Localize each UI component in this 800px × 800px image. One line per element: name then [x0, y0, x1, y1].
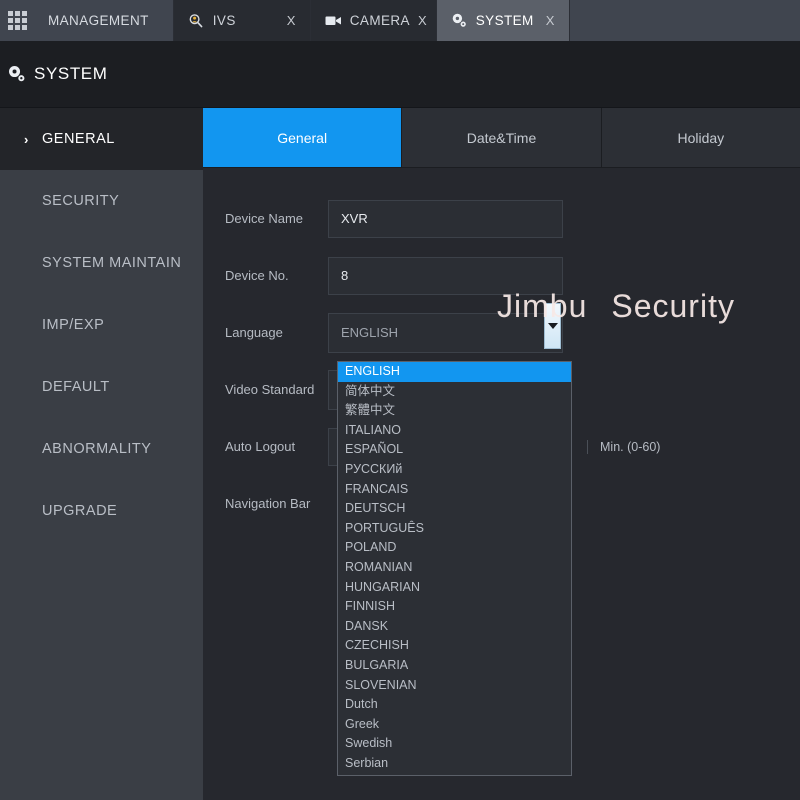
sidebar-item-label: SYSTEM MAINTAIN — [42, 255, 182, 271]
sidebar-item-general[interactable]: › GENERAL — [0, 108, 203, 170]
language-option[interactable]: 简体中文 — [338, 382, 571, 402]
device-no-field-wrap: 8 — [328, 256, 563, 295]
language-field-wrap: ENGLISH — [328, 302, 563, 353]
tab-camera[interactable]: CAMERA X — [310, 0, 437, 41]
sidebar: › GENERAL SECURITY SYSTEM MAINTAIN IMP/E… — [0, 108, 203, 800]
tab-management-label: MANAGEMENT — [48, 13, 149, 28]
form-row-device-name: Device Name XVR — [203, 190, 800, 247]
device-no-label: Device No. — [225, 268, 289, 283]
apps-menu-button[interactable] — [0, 0, 34, 41]
gear-icon — [6, 63, 28, 85]
sidebar-item-label: IMP/EXP — [42, 317, 105, 333]
sidebar-item-imp-exp[interactable]: IMP/EXP — [0, 294, 203, 356]
magnifier-person-icon — [188, 12, 205, 29]
sidebar-item-system-maintain[interactable]: SYSTEM MAINTAIN — [0, 232, 203, 294]
tab-general[interactable]: General — [203, 108, 403, 167]
language-label: Language — [225, 325, 283, 340]
language-option[interactable]: ITALIANO — [338, 421, 571, 441]
tab-ivs-close-icon[interactable]: X — [287, 13, 296, 28]
language-option[interactable]: Greek — [338, 715, 571, 735]
tab-ivs-label: IVS — [212, 13, 236, 28]
sidebar-item-label: GENERAL — [42, 131, 115, 147]
grid-icon — [7, 11, 27, 30]
language-option[interactable]: Swedish — [338, 734, 571, 754]
sidebar-item-label: SECURITY — [42, 193, 120, 209]
tab-general-label: General — [277, 129, 328, 146]
tab-management[interactable]: MANAGEMENT — [34, 0, 174, 41]
sidebar-item-default[interactable]: DEFAULT — [0, 356, 203, 418]
tab-date-time-label: Date&Time — [466, 129, 537, 146]
language-dropdown-list[interactable]: ENGLISH 简体中文 繁體中文 ITALIANO ESPAÑOL РУССКИй FRA… — [337, 361, 572, 776]
language-option[interactable]: FINNISH — [338, 597, 571, 617]
module-header: SYSTEM — [0, 41, 800, 108]
app-root: MANAGEMENT IVS X CAMERA X SYSTEM X SYSTE… — [0, 0, 800, 800]
sidebar-item-upgrade[interactable]: UPGRADE — [0, 480, 203, 542]
language-option[interactable]: BULGARIA — [338, 656, 571, 676]
gear-icon — [451, 12, 468, 29]
device-name-input[interactable]: XVR — [328, 199, 563, 238]
language-option[interactable]: Serbian — [338, 754, 571, 774]
sidebar-item-label: DEFAULT — [42, 379, 110, 395]
language-option[interactable]: ESPAÑOL — [338, 440, 571, 460]
device-name-field-wrap: XVR — [328, 199, 563, 238]
form-row-language: Language ENGLISH — [203, 302, 800, 361]
video-camera-icon — [325, 12, 342, 29]
language-option[interactable]: PORTUGUÊS — [338, 519, 571, 539]
language-option[interactable]: HUNGARIAN — [338, 578, 571, 598]
language-option[interactable]: POLAND — [338, 538, 571, 558]
device-no-input[interactable]: 8 — [328, 256, 563, 295]
language-select[interactable]: ENGLISH — [328, 302, 563, 353]
tab-holiday[interactable]: Holiday — [601, 108, 800, 167]
form-row-device-no: Device No. 8 — [203, 247, 800, 304]
device-name-label: Device Name — [225, 211, 304, 226]
language-option[interactable]: Dutch — [338, 695, 571, 715]
language-option[interactable]: DEUTSCH — [338, 499, 571, 519]
language-option[interactable]: РУССКИй — [338, 460, 571, 480]
language-option[interactable]: CZECHISH — [338, 636, 571, 656]
tab-camera-close-icon[interactable]: X — [418, 13, 427, 28]
language-select-value: ENGLISH — [341, 325, 399, 340]
tab-system[interactable]: SYSTEM X — [436, 0, 570, 41]
sidebar-item-label: ABNORMALITY — [42, 441, 152, 457]
chevron-right-icon: › — [24, 131, 29, 147]
sidebar-item-abnormality[interactable]: ABNORMALITY — [0, 418, 203, 480]
sidebar-item-security[interactable]: SECURITY — [0, 170, 203, 232]
language-option[interactable]: SLOVENIAN — [338, 676, 571, 696]
tab-camera-label: CAMERA — [349, 13, 410, 28]
tab-date-time[interactable]: Date&Time — [402, 108, 602, 167]
language-option[interactable]: ENGLISH — [338, 362, 571, 382]
chevron-down-icon[interactable] — [544, 302, 561, 349]
tab-system-close-icon[interactable]: X — [546, 13, 555, 28]
auto-logout-unit-label: Min. (0-60) — [587, 439, 660, 454]
tab-bar-empty-area — [569, 0, 800, 41]
sub-tab-bar: General Date&Time Holiday — [203, 108, 800, 168]
language-option[interactable]: FRANCAIS — [338, 480, 571, 500]
page-title: SYSTEM — [34, 64, 108, 83]
video-standard-label: Video Standard — [225, 382, 315, 397]
language-option[interactable]: 繁體中文 — [338, 401, 571, 421]
navigation-bar-label: Navigation Bar — [225, 496, 311, 511]
tab-system-label: SYSTEM — [475, 13, 534, 28]
tab-ivs[interactable]: IVS X — [173, 0, 311, 41]
tab-holiday-label: Holiday — [677, 129, 725, 146]
language-option[interactable]: DANSK — [338, 617, 571, 637]
auto-logout-label: Auto Logout — [225, 439, 296, 454]
top-tab-bar: MANAGEMENT IVS X CAMERA X SYSTEM X — [0, 0, 800, 41]
sidebar-item-label: UPGRADE — [42, 503, 118, 519]
language-option[interactable]: ROMANIAN — [338, 558, 571, 578]
